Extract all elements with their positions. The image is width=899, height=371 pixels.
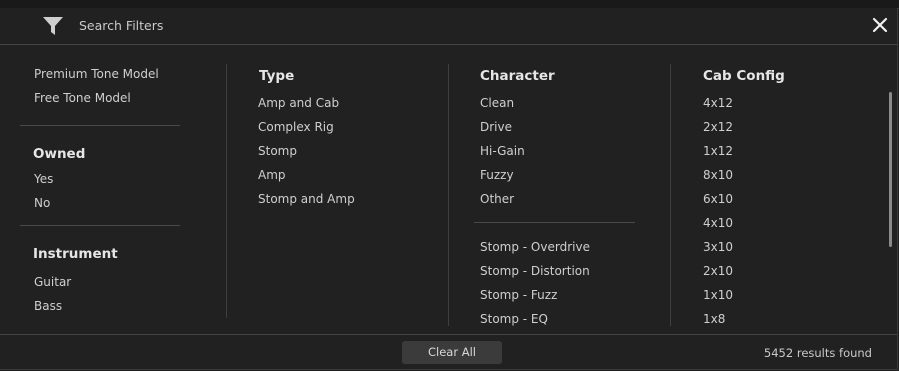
filter-cab-1x8[interactable]: 1x8 bbox=[703, 312, 725, 326]
instrument-heading: Instrument bbox=[33, 246, 118, 262]
divider bbox=[20, 225, 180, 226]
filter-type-stomp-and-amp[interactable]: Stomp and Amp bbox=[258, 192, 355, 206]
filter-character-stomp-fuzz[interactable]: Stomp - Fuzz bbox=[480, 288, 557, 302]
filter-cab-8x10[interactable]: 8x10 bbox=[703, 168, 733, 182]
panel-header: Search Filters bbox=[0, 8, 897, 45]
filter-cab-2x10[interactable]: 2x10 bbox=[703, 264, 733, 278]
owned-heading: Owned bbox=[33, 146, 86, 162]
filter-premium-tone-model[interactable]: Premium Tone Model bbox=[34, 67, 159, 81]
filter-free-tone-model[interactable]: Free Tone Model bbox=[34, 91, 131, 105]
divider bbox=[474, 222, 635, 223]
filter-instrument-bass[interactable]: Bass bbox=[34, 299, 62, 313]
divider bbox=[20, 125, 180, 126]
filter-type-amp-and-cab[interactable]: Amp and Cab bbox=[258, 96, 339, 110]
type-heading: Type bbox=[259, 68, 295, 84]
filter-cab-3x10[interactable]: 3x10 bbox=[703, 240, 733, 254]
filter-character-stomp-distortion[interactable]: Stomp - Distortion bbox=[480, 264, 590, 278]
filter-type-amp[interactable]: Amp bbox=[258, 168, 286, 182]
results-count: 5452 results found bbox=[763, 346, 872, 360]
search-filters-panel: Search Filters Premium Tone Model Free T… bbox=[0, 8, 898, 370]
filter-character-hi-gain[interactable]: Hi-Gain bbox=[480, 144, 525, 158]
filter-cab-2x12[interactable]: 2x12 bbox=[703, 120, 733, 134]
filter-type-complex-rig[interactable]: Complex Rig bbox=[258, 120, 334, 134]
filter-character-stomp-overdrive[interactable]: Stomp - Overdrive bbox=[480, 240, 590, 254]
footer-divider bbox=[0, 334, 897, 335]
filter-character-clean[interactable]: Clean bbox=[480, 96, 514, 110]
filter-character-stomp-eq[interactable]: Stomp - EQ bbox=[480, 312, 548, 326]
scrollbar-thumb[interactable] bbox=[889, 92, 892, 247]
panel-title: Search Filters bbox=[79, 18, 164, 33]
character-heading: Character bbox=[480, 68, 555, 84]
filter-cab-1x12[interactable]: 1x12 bbox=[703, 144, 733, 158]
column-divider bbox=[670, 64, 671, 326]
filter-owned-yes[interactable]: Yes bbox=[34, 172, 53, 186]
clear-all-button[interactable]: Clear All bbox=[402, 341, 502, 364]
filter-instrument-guitar[interactable]: Guitar bbox=[34, 275, 71, 289]
cab-config-heading: Cab Config bbox=[703, 68, 785, 84]
filter-cab-4x12[interactable]: 4x12 bbox=[703, 96, 733, 110]
filter-type-stomp[interactable]: Stomp bbox=[258, 144, 297, 158]
column-divider bbox=[448, 64, 449, 326]
column-divider bbox=[226, 64, 227, 318]
funnel-icon bbox=[43, 17, 63, 35]
filter-character-drive[interactable]: Drive bbox=[480, 120, 512, 134]
filter-character-fuzzy[interactable]: Fuzzy bbox=[480, 168, 514, 182]
filter-character-other[interactable]: Other bbox=[480, 192, 514, 206]
filter-owned-no[interactable]: No bbox=[34, 196, 50, 210]
filter-cab-1x10[interactable]: 1x10 bbox=[703, 288, 733, 302]
close-icon[interactable] bbox=[869, 14, 891, 36]
filter-cab-4x10[interactable]: 4x10 bbox=[703, 216, 733, 230]
filter-cab-6x10[interactable]: 6x10 bbox=[703, 192, 733, 206]
